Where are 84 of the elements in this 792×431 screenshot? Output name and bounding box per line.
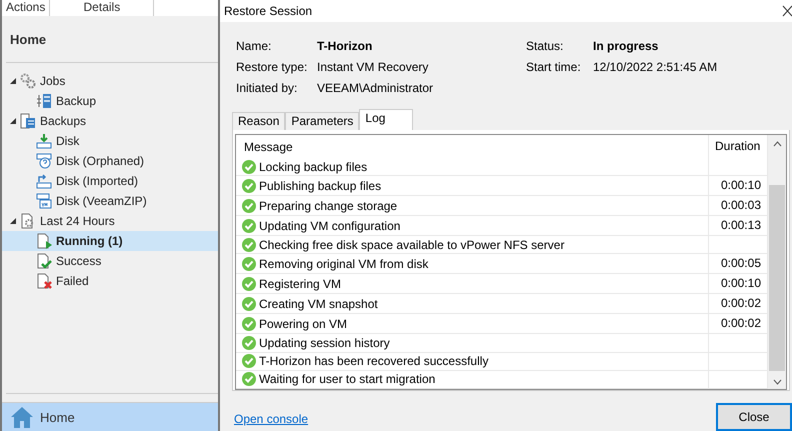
field-label: Status: <box>526 38 564 55</box>
field-label: Initiated by: <box>236 80 298 97</box>
success-check-icon <box>242 276 256 291</box>
disk-vm-icon <box>36 193 52 209</box>
success-check-icon <box>242 316 256 331</box>
document-check-icon <box>36 253 52 269</box>
tree-item[interactable]: Disk (VeeamZIP) <box>2 191 218 211</box>
tree-item[interactable]: Last 24 Hours <box>2 211 218 231</box>
log-message: Locking backup files <box>259 160 368 174</box>
success-check-icon <box>242 256 256 271</box>
tree-item[interactable]: Jobs <box>2 71 218 91</box>
tab[interactable]: Reason <box>232 112 286 130</box>
field-value: In progress <box>593 38 660 55</box>
home-nav-item[interactable]: Home <box>2 402 218 431</box>
tree-item[interactable]: Failed <box>2 271 218 291</box>
success-check-icon <box>242 296 256 311</box>
server-list-icon <box>20 113 36 129</box>
disk-arrow-icon <box>36 173 52 189</box>
tree-item[interactable]: Disk (Imported) <box>2 171 218 191</box>
log-message: T-Horizon has been recovered successfully <box>259 354 488 368</box>
field-label: Start time: <box>526 58 582 76</box>
tree-item[interactable]: Backup <box>2 91 218 111</box>
panel-tab[interactable]: Actions <box>2 0 50 16</box>
scrollbar[interactable] <box>767 135 786 389</box>
field-value: T-Horizon <box>317 38 374 55</box>
tab[interactable]: Log <box>359 109 414 130</box>
dialog-title: Restore Session <box>224 4 312 18</box>
document-play-icon <box>36 233 52 249</box>
close-button[interactable]: Close <box>716 403 792 431</box>
log-message: Creating VM snapshot <box>259 296 378 311</box>
success-check-icon <box>242 238 256 252</box>
close-icon[interactable] <box>782 4 792 17</box>
disk-question-icon <box>36 153 52 169</box>
log-message: Updating VM configuration <box>259 218 400 233</box>
scroll-thumb[interactable] <box>769 185 785 371</box>
log-duration: 0:00:05 <box>720 256 761 270</box>
field-value: 12/10/2022 2:51:45 AM <box>593 58 718 76</box>
log-message: Registering VM <box>259 276 342 291</box>
collapse-arrow-icon[interactable] <box>10 118 16 124</box>
tree-item[interactable]: Disk <box>2 131 218 151</box>
collapse-arrow-icon[interactable] <box>10 218 16 224</box>
success-check-icon <box>242 218 256 233</box>
tree-item[interactable]: Disk (Orphaned) <box>2 151 218 171</box>
home-icon <box>10 406 34 428</box>
success-check-icon <box>242 354 256 368</box>
success-check-icon <box>242 160 256 174</box>
tab[interactable]: Parameters <box>285 112 360 130</box>
panel-tab[interactable]: Details <box>50 0 154 16</box>
log-message: Waiting for user to start migration <box>259 372 436 386</box>
log-duration: 0:00:13 <box>720 218 761 232</box>
log-message: Updating session history <box>259 336 390 350</box>
gears-icon <box>20 73 36 89</box>
tree-item[interactable]: Running (1) <box>2 231 218 251</box>
tree-item[interactable]: Success <box>2 251 218 271</box>
field-label: Name: <box>236 38 272 55</box>
log-message: Publishing backup files <box>259 178 382 193</box>
document-cross-icon <box>36 273 52 289</box>
log-message: Checking free disk space available to vPower NFS server <box>259 238 564 252</box>
column-header[interactable]: Message <box>236 140 708 154</box>
log-duration: 0:00:02 <box>720 316 761 330</box>
field-value: Instant VM Recovery <box>317 58 430 76</box>
log-duration: 0:00:10 <box>720 178 761 192</box>
open-console-link[interactable]: Open console <box>234 412 308 426</box>
field-value: VEEAM\Administrator <box>317 80 434 97</box>
home-nav-label: Home <box>40 410 75 424</box>
log-duration: 0:00:10 <box>720 276 761 290</box>
success-check-icon <box>242 178 256 193</box>
success-check-icon <box>242 198 256 213</box>
panel-title: Home <box>9 31 48 49</box>
document-gear-icon <box>20 213 36 229</box>
collapse-arrow-icon[interactable] <box>10 78 16 84</box>
log-message: Removing original VM from disk <box>259 256 428 271</box>
success-check-icon <box>242 336 256 350</box>
tree-item[interactable]: Backups <box>2 111 218 131</box>
log-duration: 0:00:03 <box>720 198 761 212</box>
scroll-up-icon[interactable] <box>772 141 782 147</box>
field-label: Restore type: <box>236 58 308 76</box>
log-message: Powering on VM <box>259 316 348 331</box>
scroll-down-icon[interactable] <box>772 379 782 385</box>
success-check-icon <box>242 372 256 386</box>
job-list-icon <box>36 93 52 109</box>
disk-download-icon <box>36 133 52 149</box>
log-message: Preparing change storage <box>259 198 398 213</box>
log-duration: 0:00:02 <box>720 296 761 310</box>
